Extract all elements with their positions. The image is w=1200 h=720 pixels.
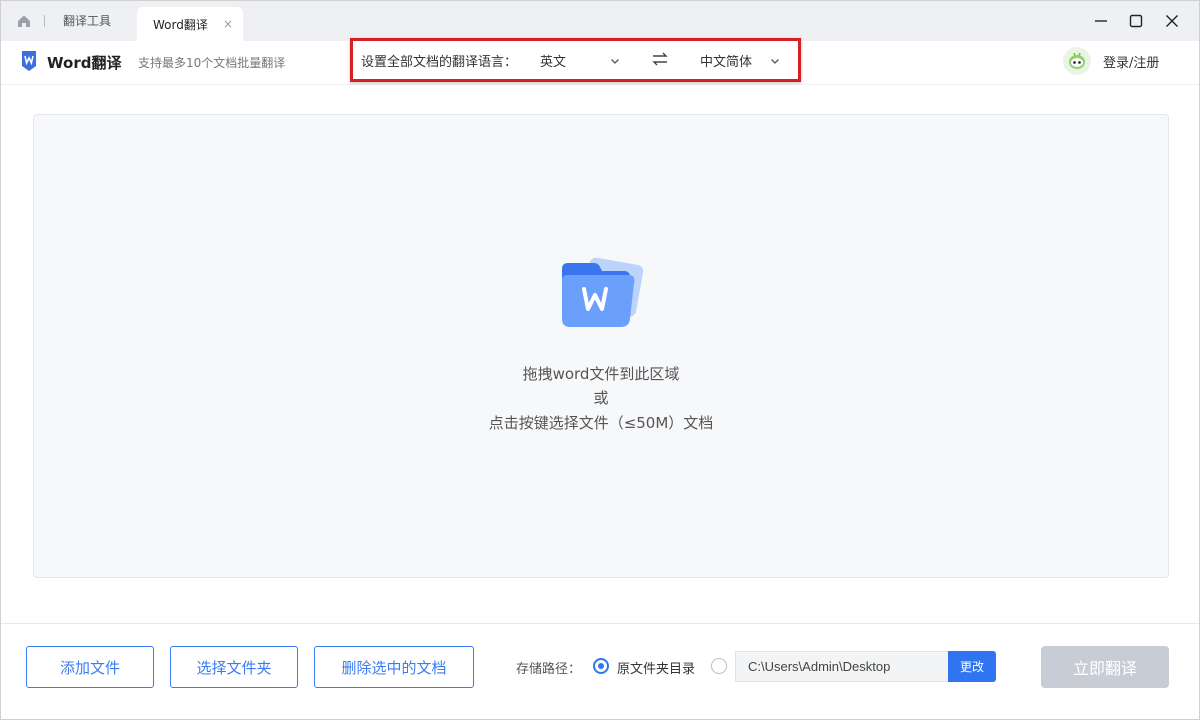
tab-title: Word翻译 (153, 17, 208, 32)
minimize-icon[interactable] (1089, 9, 1113, 33)
select-folder-button[interactable]: 选择文件夹 (170, 646, 298, 688)
tab-close-icon[interactable]: × (223, 17, 233, 31)
app-header: Word翻译 支持最多10个文档批量翻译 设置全部文档的翻译语言： 英文 中文简… (1, 38, 1199, 85)
drop-hint-primary: 拖拽word文件到此区域 (522, 365, 680, 383)
app-window: 翻译工具 Word翻译 × Word翻译 支持最多10个文档批量翻译 设置全部文… (0, 0, 1200, 720)
target-language-value: 中文简体 (700, 54, 753, 70)
title-bar: 翻译工具 Word翻译 × (1, 1, 1199, 41)
language-settings: 设置全部文档的翻译语言： 英文 中文简体 (350, 38, 801, 82)
word-folder-icon (558, 257, 644, 337)
save-path-field[interactable]: C:\Users\Admin\Desktop (735, 651, 948, 682)
radio-original-folder[interactable] (593, 658, 609, 674)
word-logo-icon (19, 50, 39, 72)
add-file-button[interactable]: 添加文件 (26, 646, 154, 688)
source-language-select[interactable]: 英文 (540, 47, 624, 73)
change-path-button[interactable]: 更改 (948, 651, 996, 682)
close-window-icon[interactable] (1160, 9, 1184, 33)
swap-language-icon[interactable] (651, 50, 669, 68)
radio-original-folder-label[interactable]: 原文件夹目录 (617, 658, 695, 677)
login-button[interactable]: 登录/注册 (1063, 47, 1159, 75)
chevron-down-icon (770, 51, 780, 70)
file-drop-zone[interactable]: 拖拽word文件到此区域 或 点击按键选择文件（≤50M）文档 (33, 114, 1169, 578)
maximize-icon[interactable] (1124, 9, 1148, 33)
app-title: Word翻译 (47, 54, 122, 72)
chevron-down-icon (610, 51, 620, 70)
radio-custom-path[interactable] (711, 658, 727, 674)
language-label: 设置全部文档的翻译语言： (361, 55, 518, 70)
delete-selected-button[interactable]: 删除选中的文档 (314, 646, 474, 688)
drop-hint-or: 或 (593, 389, 609, 407)
drop-hint-secondary: 点击按键选择文件（≤50M）文档 (488, 414, 714, 432)
titlebar-divider (44, 15, 45, 27)
tab-word-translate[interactable]: Word翻译 × (137, 7, 243, 41)
translate-now-button[interactable]: 立即翻译 (1041, 646, 1169, 688)
save-path-label: 存储路径： (516, 662, 582, 677)
login-label: 登录/注册 (1103, 55, 1160, 71)
bottom-toolbar: 添加文件 选择文件夹 删除选中的文档 存储路径： 原文件夹目录 C:\Users… (1, 623, 1199, 719)
home-icon[interactable] (15, 12, 33, 30)
tab-translate-tools[interactable]: 翻译工具 (53, 10, 121, 32)
avatar-icon (1063, 47, 1091, 75)
target-language-select[interactable]: 中文简体 (700, 47, 784, 73)
source-language-value: 英文 (540, 54, 567, 70)
app-subtitle: 支持最多10个文档批量翻译 (138, 56, 286, 70)
